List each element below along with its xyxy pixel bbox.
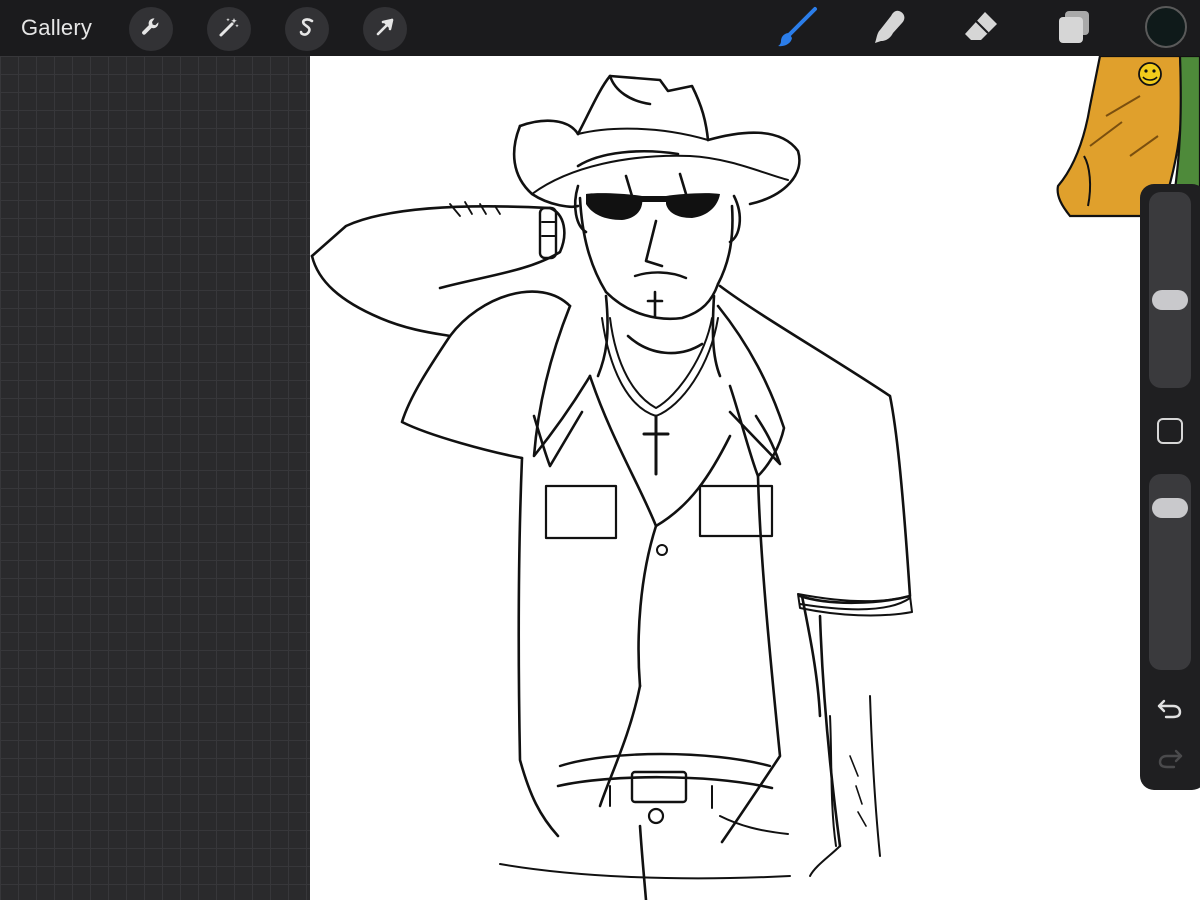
selection-s-icon — [295, 15, 319, 44]
top-toolbar: Gallery — [0, 0, 1200, 56]
wrench-icon — [139, 15, 163, 44]
selection-button[interactable] — [285, 7, 329, 51]
smudge-button[interactable] — [868, 8, 910, 50]
brush-opacity-thumb[interactable] — [1152, 498, 1188, 518]
gallery-button[interactable]: Gallery — [21, 14, 92, 42]
arrow-cursor-icon — [373, 15, 397, 44]
undo-button[interactable] — [1154, 696, 1186, 724]
sketch-artwork — [310, 56, 1200, 900]
brush-button[interactable] — [776, 6, 818, 50]
color-swatch-button[interactable] — [1145, 6, 1187, 48]
transform-button[interactable] — [363, 7, 407, 51]
procreate-app: Gallery — [0, 0, 1200, 900]
brush-size-slider[interactable] — [1149, 192, 1191, 388]
redo-arrow-icon — [1156, 746, 1184, 775]
right-sidebar — [1140, 184, 1200, 790]
brush-size-thumb[interactable] — [1152, 290, 1188, 310]
layers-button[interactable] — [1052, 8, 1094, 50]
smudge-finger-icon — [869, 7, 909, 52]
redo-button[interactable] — [1154, 746, 1186, 774]
workspace-background — [0, 56, 310, 900]
adjustments-button[interactable] — [207, 7, 251, 51]
eraser-button[interactable] — [960, 8, 1002, 50]
drawing-canvas[interactable] — [310, 56, 1200, 900]
actions-button[interactable] — [129, 7, 173, 51]
modify-button[interactable] — [1157, 418, 1183, 444]
undo-arrow-icon — [1156, 696, 1184, 725]
eraser-icon — [961, 7, 1001, 52]
magic-wand-icon — [217, 15, 241, 44]
brush-opacity-slider[interactable] — [1149, 474, 1191, 670]
layers-icon — [1053, 7, 1093, 52]
brush-icon — [775, 5, 819, 54]
